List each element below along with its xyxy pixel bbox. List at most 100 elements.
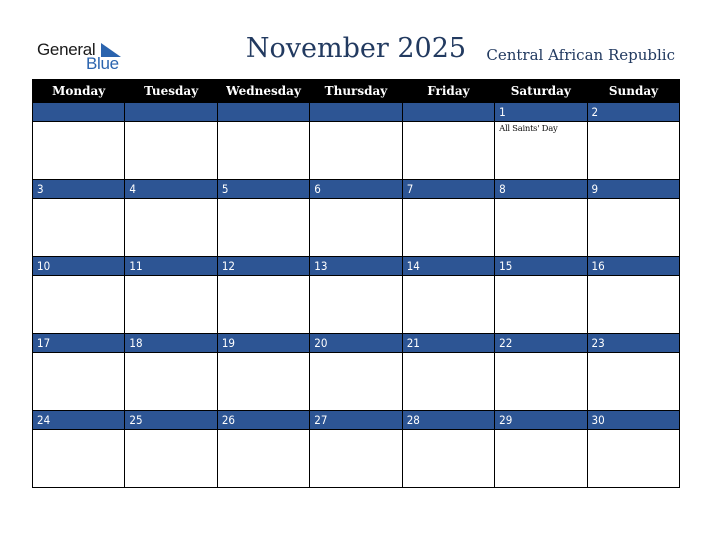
day-number: 27 <box>310 411 402 430</box>
day-notes <box>125 199 217 256</box>
day-number: 16 <box>587 257 679 276</box>
weekday-header: Tuesday <box>124 79 218 103</box>
day-notes <box>33 353 125 410</box>
day-number: 18 <box>125 334 217 353</box>
week-row: 1 All Saints' Day 2 <box>31 102 681 180</box>
day-notes <box>402 430 495 487</box>
day-notes <box>33 199 125 256</box>
day-notes <box>310 199 402 256</box>
week-row: 10 11 12 13 14 15 16 <box>31 256 681 334</box>
day-notes <box>587 199 679 256</box>
week-row: 24 25 26 27 28 29 30 <box>31 410 681 488</box>
day-notes <box>587 122 679 179</box>
day-cell: 21 <box>401 333 496 411</box>
day-notes <box>587 276 679 333</box>
day-cell: 1 All Saints' Day <box>494 102 588 180</box>
day-number: 5 <box>217 180 310 199</box>
day-cell: 2 <box>586 102 681 180</box>
day-cell: 7 <box>401 179 496 257</box>
day-number: 28 <box>402 411 495 430</box>
week-row: 3456789 <box>31 179 681 257</box>
holiday-label: All Saints' Day <box>499 124 558 134</box>
day-number <box>125 103 217 122</box>
day-number: 2 <box>587 103 679 122</box>
day-notes <box>495 353 587 410</box>
day-number <box>33 103 125 122</box>
day-notes <box>217 353 310 410</box>
day-notes <box>495 276 587 333</box>
day-cell: 30 <box>586 410 681 488</box>
calendar-grid: Monday Tuesday Wednesday Thursday Friday Satu… <box>31 79 681 488</box>
day-number: 23 <box>587 334 679 353</box>
day-cell: 3 <box>31 179 126 257</box>
day-number: 22 <box>495 334 587 353</box>
day-notes <box>217 199 310 256</box>
day-cell <box>309 102 403 180</box>
day-notes <box>310 122 402 179</box>
day-cell <box>31 102 126 180</box>
weekday-header: Monday <box>31 79 125 103</box>
day-cell: 25 <box>124 410 218 488</box>
day-cell: 27 <box>309 410 403 488</box>
day-number: 21 <box>402 334 495 353</box>
day-number: 19 <box>217 334 310 353</box>
day-number: 13 <box>310 257 402 276</box>
day-notes <box>125 122 217 179</box>
week-row: 17 18 19 20 21 22 23 <box>31 333 681 411</box>
day-number: 12 <box>217 257 310 276</box>
day-cell: 10 <box>31 256 126 334</box>
day-cell <box>124 102 218 180</box>
day-cell: 14 <box>401 256 496 334</box>
day-cell: 4 <box>124 179 218 257</box>
day-number <box>310 103 402 122</box>
day-notes <box>310 276 402 333</box>
weekday-header-row: Monday Tuesday Wednesday Thursday Friday Satu… <box>31 79 680 103</box>
weekday-header: Thursday <box>309 79 403 103</box>
day-cell: 19 <box>216 333 311 411</box>
day-number: 24 <box>33 411 125 430</box>
day-cell: 28 <box>401 410 496 488</box>
day-cell: 13 <box>309 256 403 334</box>
day-cell <box>401 102 496 180</box>
day-notes <box>125 276 217 333</box>
weekday-header: Wednesday <box>216 79 310 103</box>
day-notes <box>587 353 679 410</box>
day-notes <box>125 353 217 410</box>
day-cell: 29 <box>494 410 588 488</box>
day-notes <box>402 199 495 256</box>
day-number: 17 <box>33 334 125 353</box>
day-cell: 8 <box>494 179 588 257</box>
day-number: 25 <box>125 411 217 430</box>
day-number <box>217 103 310 122</box>
day-notes <box>33 430 125 487</box>
weekday-header: Saturday <box>494 79 588 103</box>
day-notes <box>587 430 679 487</box>
day-notes <box>402 122 495 179</box>
day-number: 29 <box>495 411 587 430</box>
day-number: 14 <box>402 257 495 276</box>
day-number <box>402 103 495 122</box>
day-cell: 18 <box>124 333 218 411</box>
calendar-title: November 2025 <box>245 33 467 64</box>
weekday-header: Sunday <box>586 79 680 103</box>
day-cell: 6 <box>309 179 403 257</box>
logo-word-blue: Blue <box>86 54 119 73</box>
day-number: 11 <box>125 257 217 276</box>
day-number: 10 <box>33 257 125 276</box>
day-cell: 9 <box>586 179 681 257</box>
day-notes <box>33 276 125 333</box>
day-number: 3 <box>33 180 125 199</box>
day-number: 9 <box>587 180 679 199</box>
day-cell: 24 <box>31 410 126 488</box>
day-cell: 11 <box>124 256 218 334</box>
weekday-header: Friday <box>401 79 495 103</box>
day-notes <box>217 430 310 487</box>
day-notes <box>402 276 495 333</box>
day-number: 4 <box>125 180 217 199</box>
day-cell: 12 <box>216 256 311 334</box>
day-cell <box>216 102 311 180</box>
day-cell: 23 <box>586 333 681 411</box>
day-notes <box>125 430 217 487</box>
day-cell: 20 <box>309 333 403 411</box>
day-number: 6 <box>310 180 402 199</box>
